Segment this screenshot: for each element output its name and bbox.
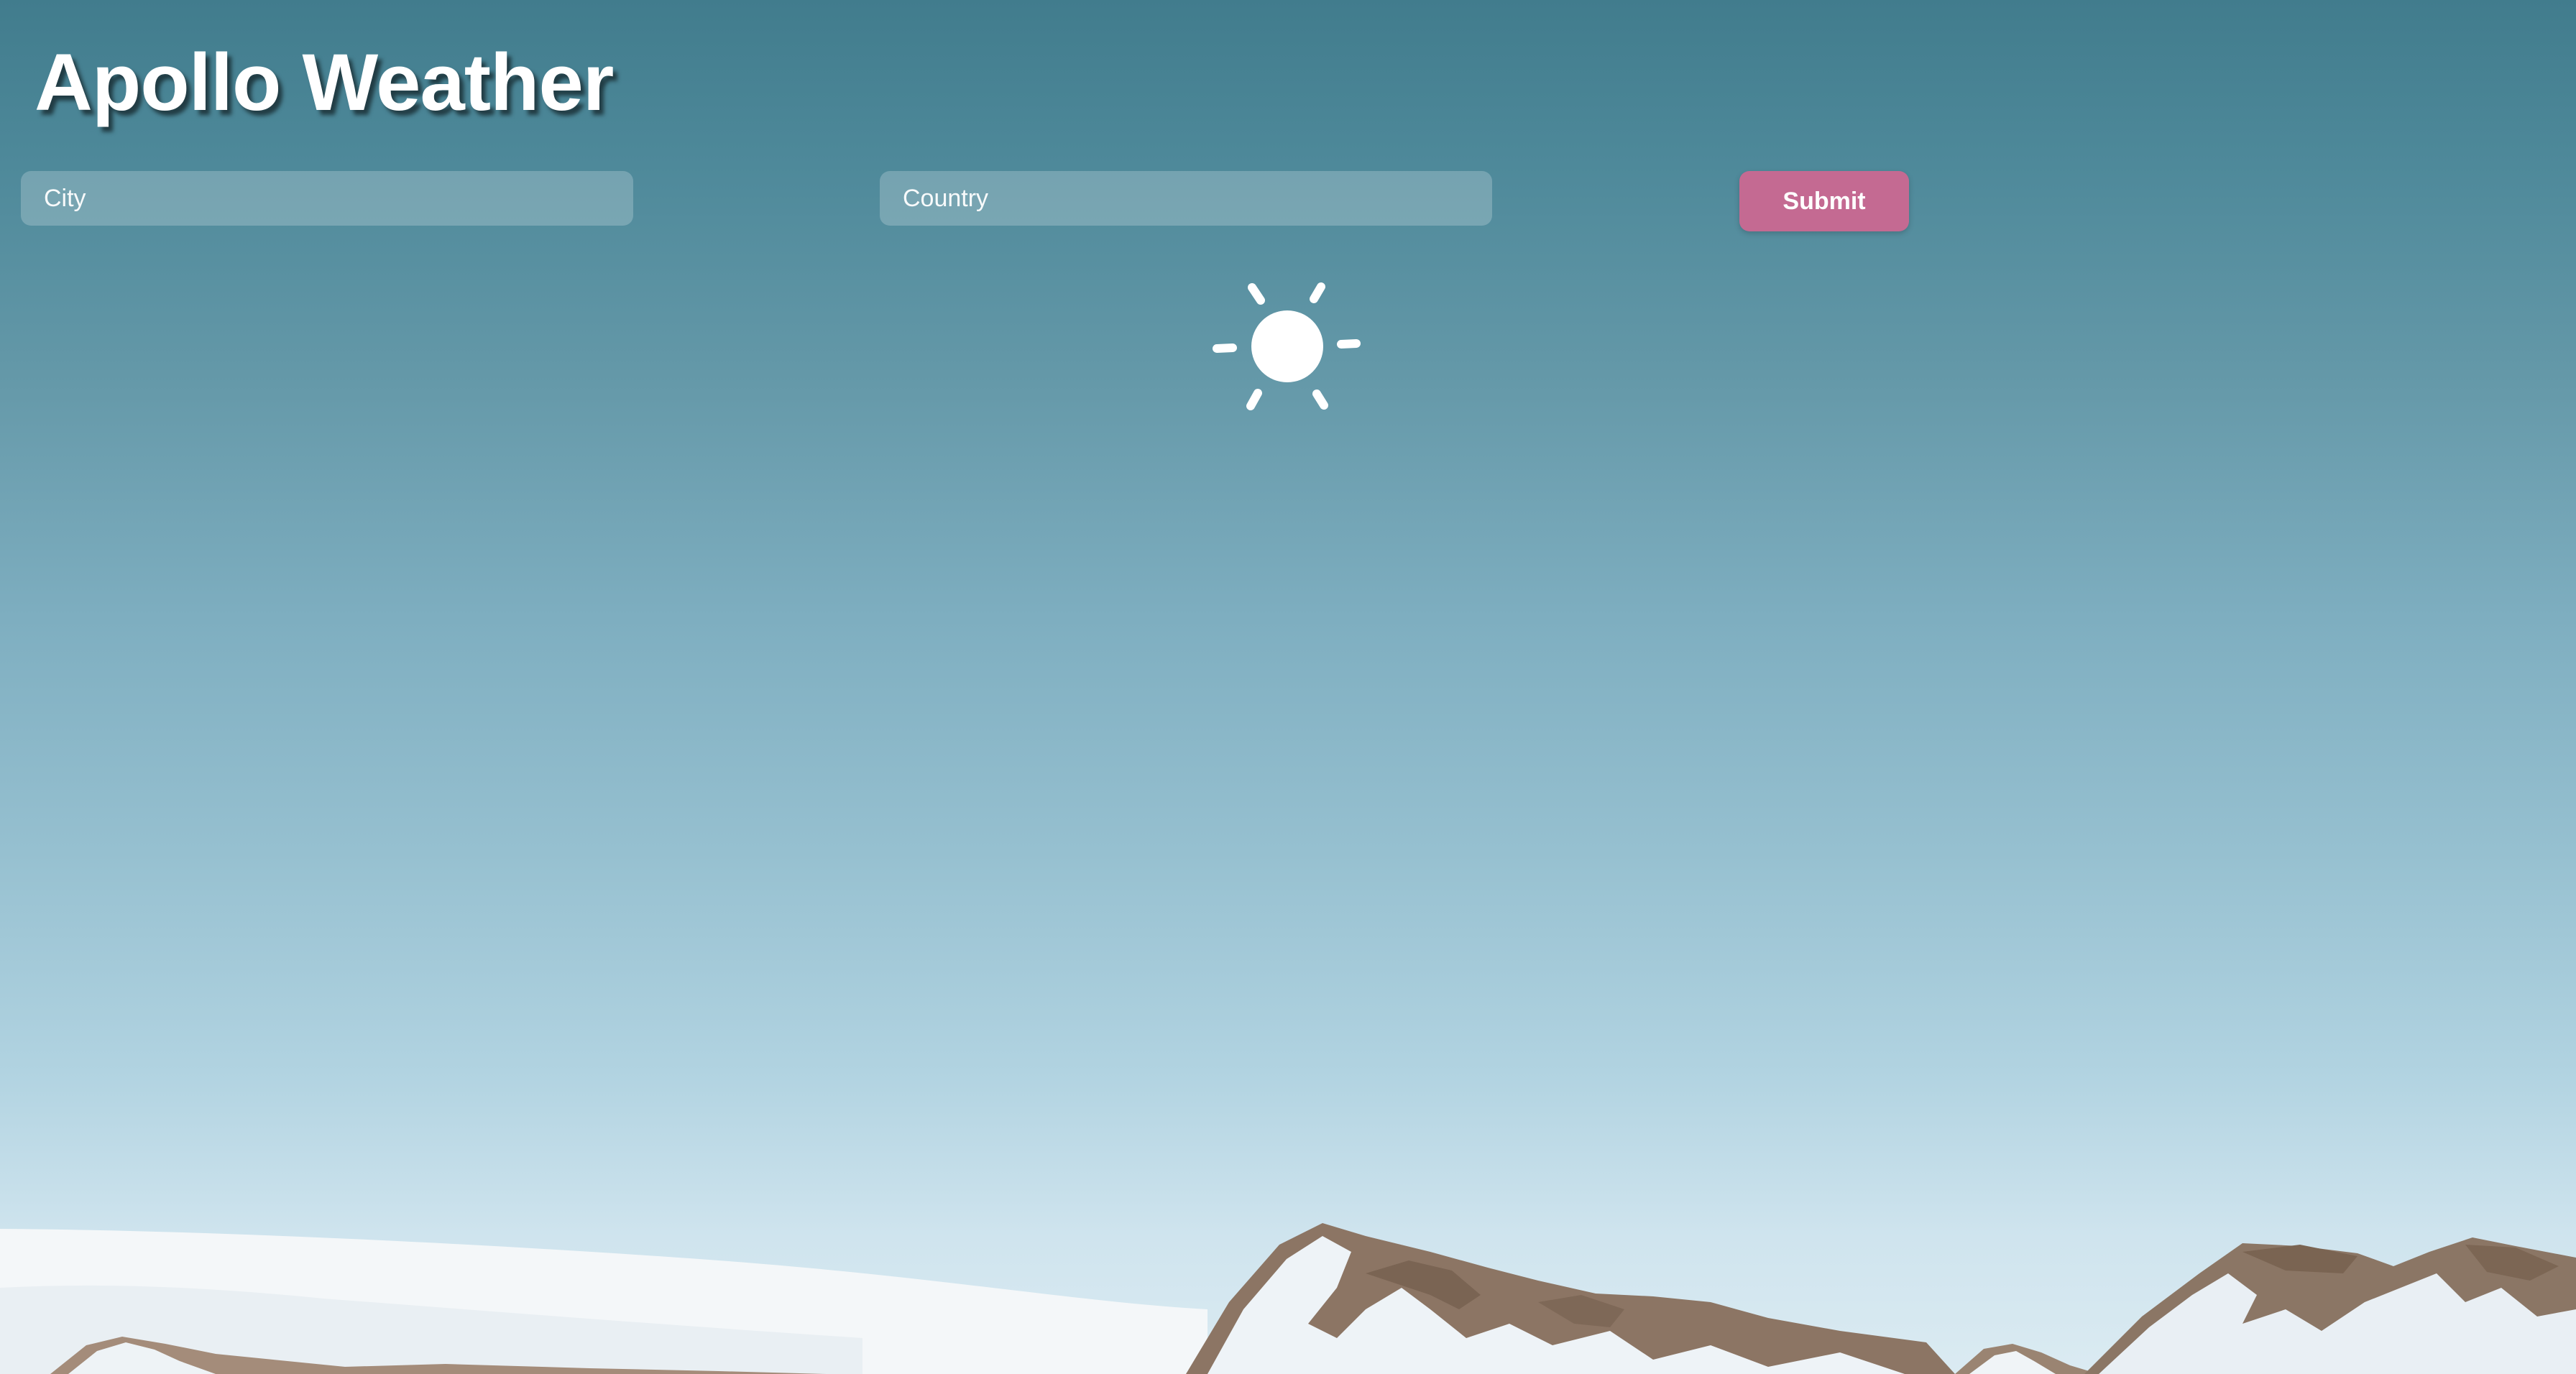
submit-button[interactable]: Submit <box>1739 171 1909 231</box>
country-input[interactable] <box>880 171 1492 226</box>
sun-icon <box>1213 282 1361 410</box>
mountain-landscape <box>0 1223 2576 1374</box>
app-title: Apollo Weather <box>34 37 614 127</box>
city-input[interactable] <box>21 171 633 226</box>
